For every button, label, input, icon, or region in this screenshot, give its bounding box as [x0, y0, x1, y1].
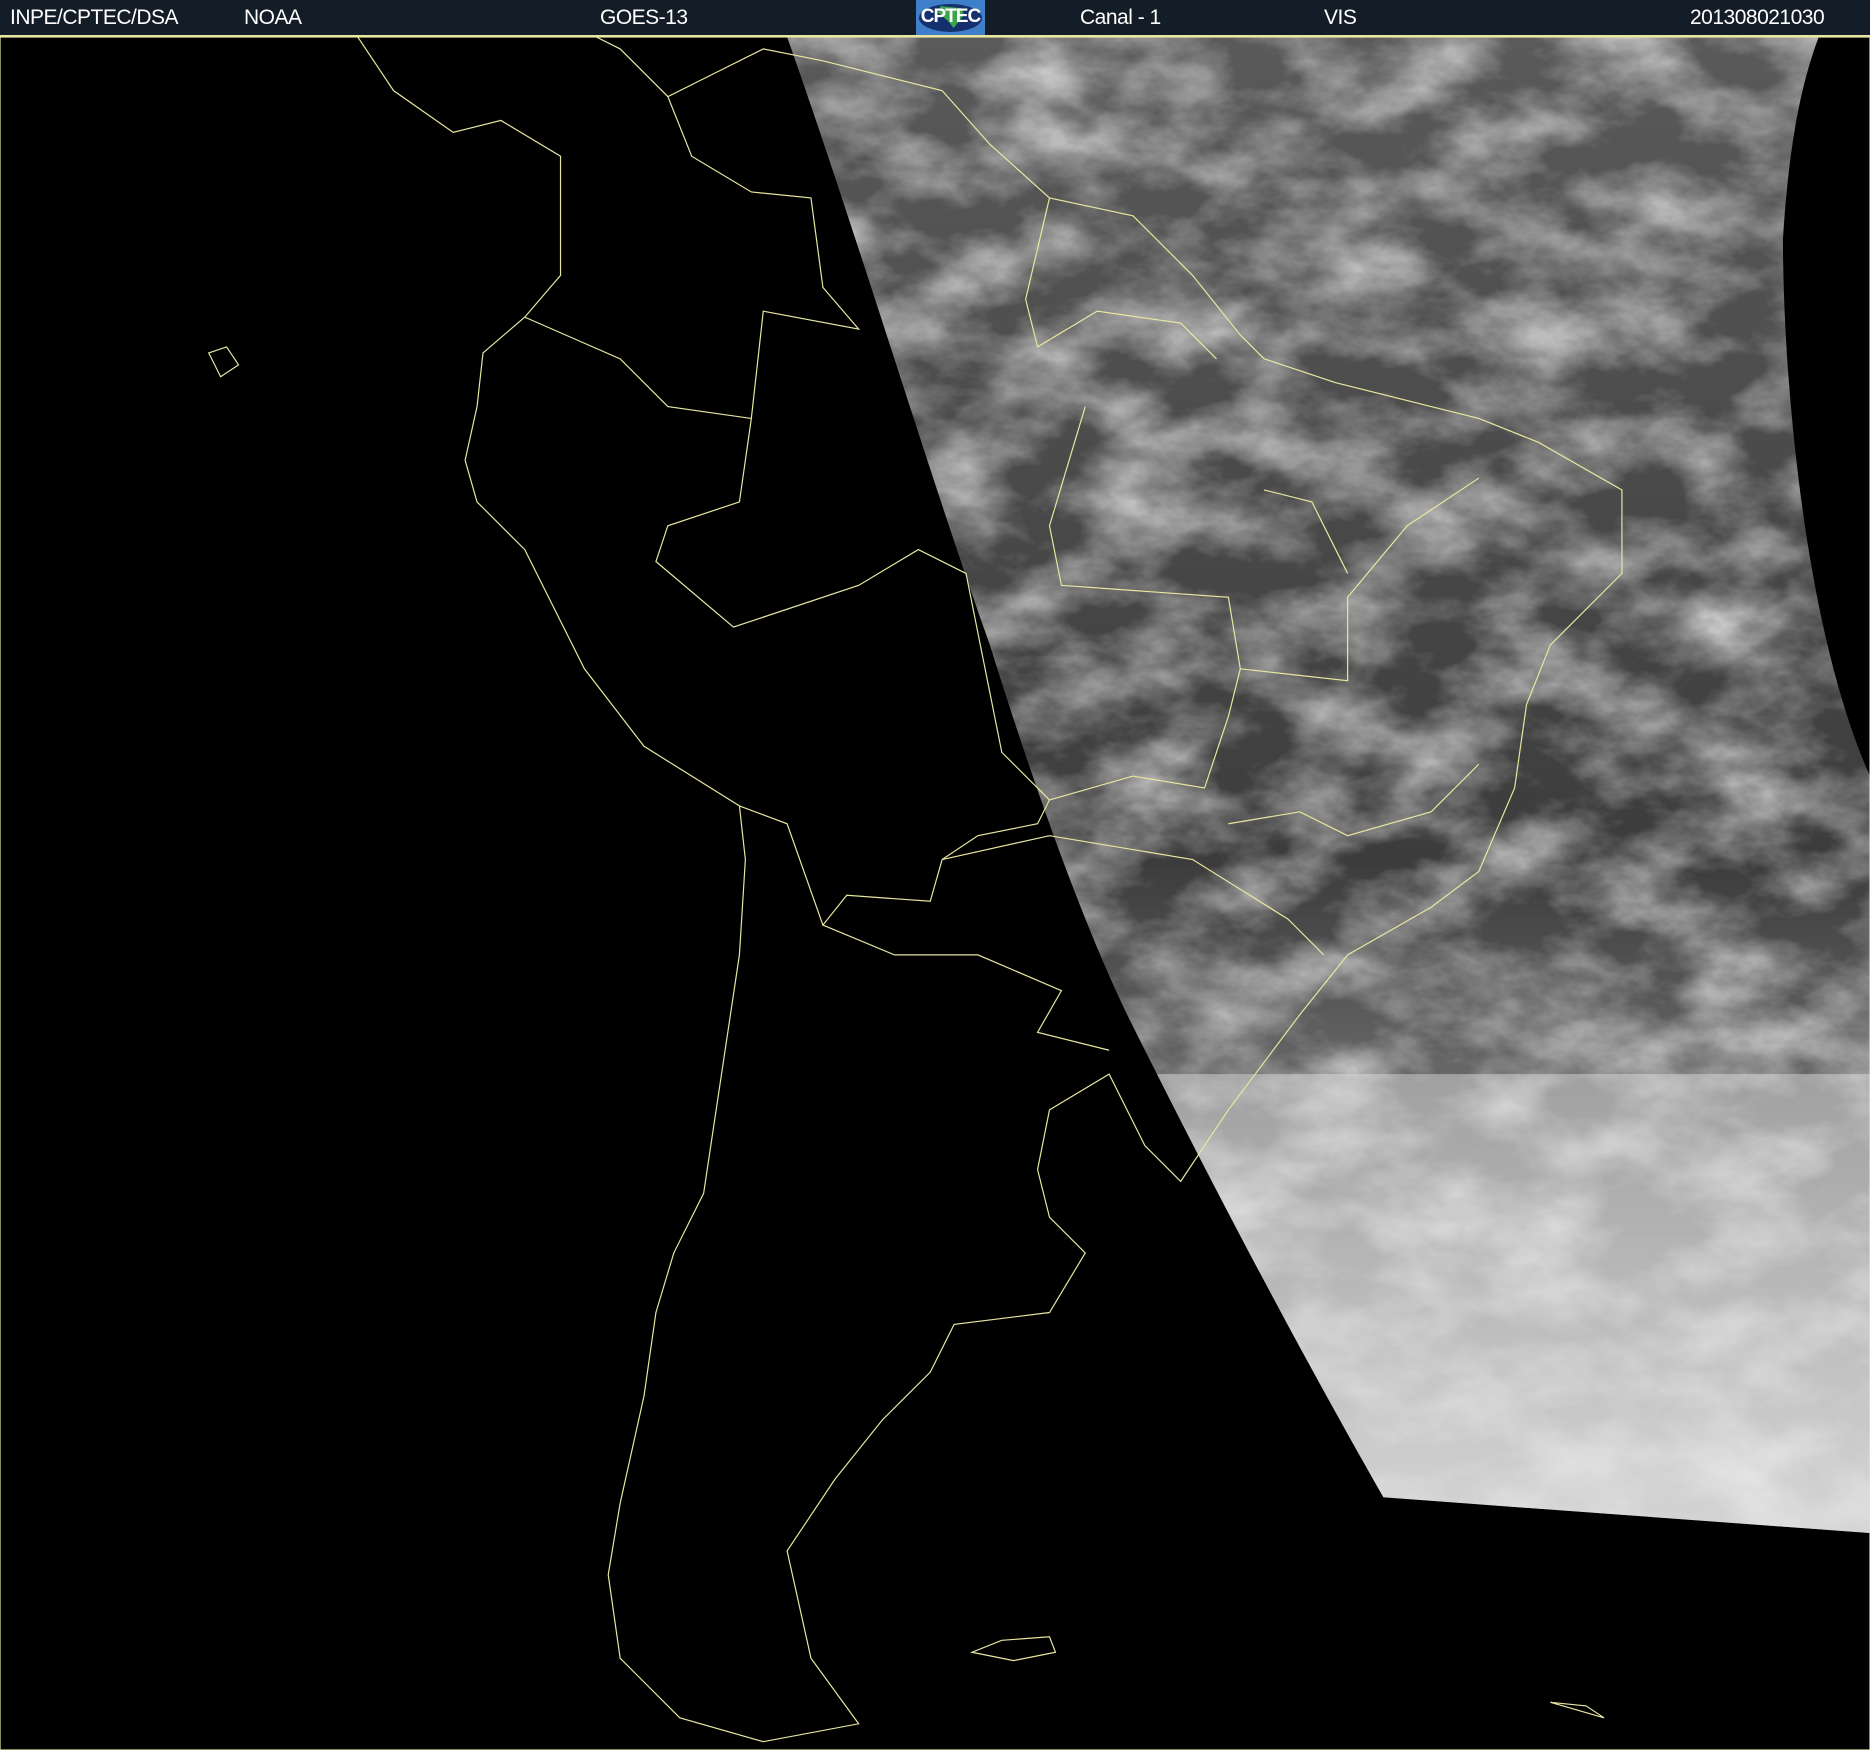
source-label: INPE/CPTEC/DSA: [10, 6, 179, 29]
band-label: VIS: [1324, 6, 1357, 29]
channel-label: Canal - 1: [1080, 6, 1161, 29]
timestamp-label: 201308021030: [1690, 6, 1825, 29]
logo-text: CPTEC: [920, 6, 981, 27]
agency-label: NOAA: [244, 6, 302, 29]
satellite-label: GOES-13: [600, 6, 688, 29]
galapagos-islands: [207, 346, 240, 378]
cptec-logo: CPTEC: [916, 0, 985, 35]
falkland-islands: [969, 1636, 1057, 1662]
satellite-imagery: [787, 37, 1870, 1534]
header-bar: INPE/CPTEC/DSA NOAA GOES-13 CPTEC Canal …: [0, 0, 1870, 37]
south-georgia-island: [1550, 1701, 1605, 1719]
satellite-map: [0, 37, 1870, 1750]
